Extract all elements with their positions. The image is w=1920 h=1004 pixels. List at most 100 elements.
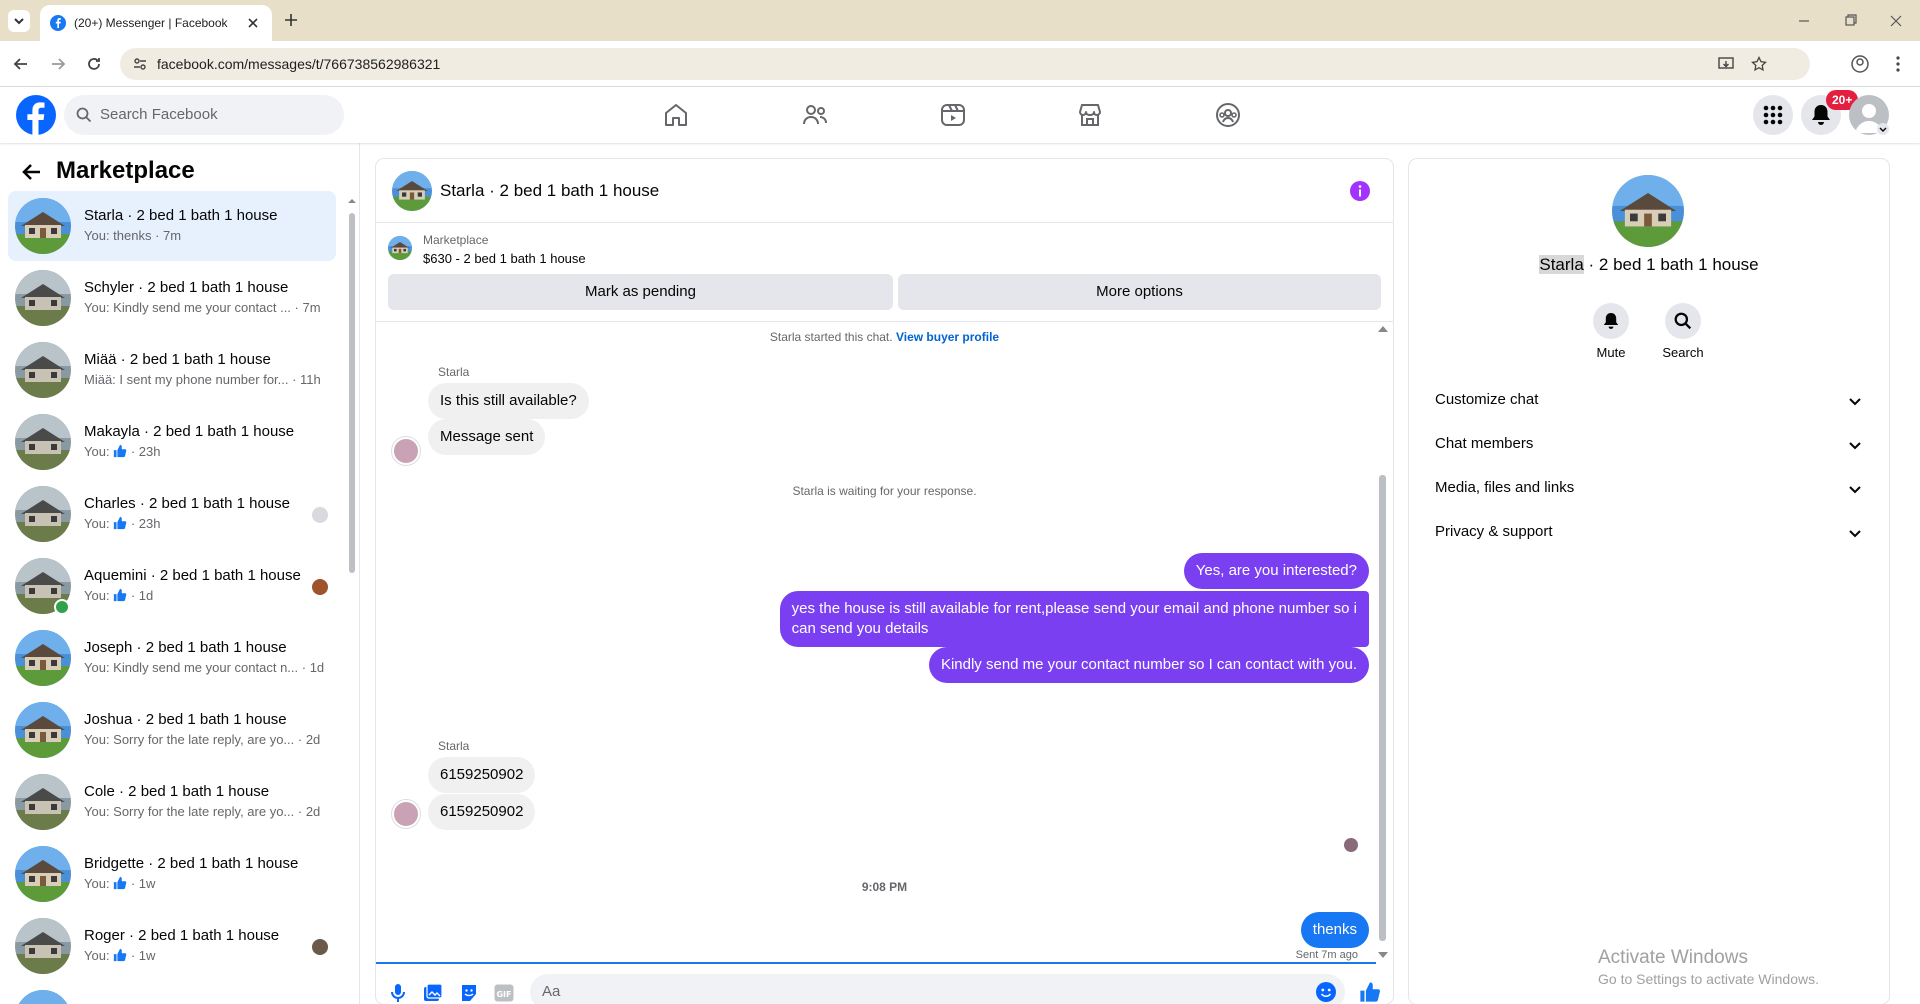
outgoing-message[interactable]: Kindly send me your contact number so I …	[928, 647, 1369, 683]
menu-button[interactable]	[1753, 95, 1793, 135]
listing-thumbnail	[15, 918, 71, 974]
browser-address-bar: facebook.com/messages/t/766738562986321	[0, 41, 1920, 87]
chat-header-avatar[interactable]	[392, 171, 432, 211]
list-item[interactable]: Joshua · 2 bed 1 bath 1 house You: Sorry…	[8, 695, 336, 765]
list-item[interactable]: Aquemini · 2 bed 1 bath 1 house You: · 1…	[8, 551, 336, 621]
conversation-preview: Miää: I sent my phone number for... · 11…	[84, 372, 321, 387]
chat-header-title[interactable]: Starla · 2 bed 1 bath 1 house	[440, 181, 659, 201]
scrollbar-thumb[interactable]	[349, 213, 355, 573]
list-item[interactable]: Cole · 2 bed 1 bath 1 house You: Sorry f…	[8, 767, 336, 837]
reload-icon[interactable]	[85, 55, 103, 73]
profile-icon[interactable]	[1851, 55, 1869, 73]
browser-menu-icon[interactable]	[1889, 55, 1907, 73]
list-item[interactable]: Makayla · 2 bed 1 bath 1 house You: · 23…	[8, 407, 336, 477]
list-item[interactable]: Bridgette · 2 bed 1 bath 1 house You: · …	[8, 839, 336, 909]
gif-icon[interactable]: GIF	[494, 984, 514, 1002]
bell-icon	[1603, 313, 1619, 329]
list-item[interactable]: Schyler · 2 bed 1 bath 1 house You: Kind…	[8, 263, 336, 333]
search-icon	[1674, 312, 1692, 330]
row-label: Privacy & support	[1435, 523, 1553, 540]
close-window-icon[interactable]	[1889, 14, 1903, 28]
microphone-icon[interactable]	[388, 983, 408, 1003]
search-in-conversation-button[interactable]	[1665, 303, 1701, 339]
close-tab-icon[interactable]	[246, 16, 260, 30]
listing-thumbnail	[15, 702, 71, 758]
scroll-up-arrow-icon[interactable]	[348, 197, 356, 205]
page-scrollbar[interactable]	[1905, 87, 1920, 1004]
mute-button[interactable]	[1593, 303, 1629, 339]
sender-name: Starla	[438, 739, 470, 753]
video-icon[interactable]	[940, 102, 966, 128]
house-image-icon	[15, 702, 71, 758]
conversation-title: Bridgette · 2 bed 1 bath 1 house	[84, 855, 299, 872]
facebook-logo-icon[interactable]	[16, 95, 56, 135]
listing-thumbnail	[15, 342, 71, 398]
list-item[interactable]: Miää · 2 bed 1 bath 1 house Miää: I sent…	[8, 335, 336, 405]
customize-chat-row[interactable]: Customize chat	[1425, 379, 1873, 423]
preview-prefix: You:	[84, 948, 110, 963]
friends-icon[interactable]	[802, 102, 828, 128]
incoming-message[interactable]: Message sent	[428, 419, 546, 455]
chat-members-row[interactable]: Chat members	[1425, 423, 1873, 467]
privacy-support-row[interactable]: Privacy & support	[1425, 511, 1873, 555]
house-image-icon	[15, 630, 71, 686]
incoming-message[interactable]: 6159250902	[428, 757, 536, 793]
row-label: Media, files and links	[1435, 479, 1575, 496]
search-facebook-box[interactable]: Search Facebook	[64, 95, 344, 135]
list-item[interactable]: Joseph · 2 bed 1 bath 1 house You: Kindl…	[8, 623, 336, 693]
row-label: Customize chat	[1435, 391, 1539, 408]
conversation-preview: You: · 23h	[84, 444, 160, 459]
details-avatar[interactable]	[1612, 175, 1684, 247]
scroll-down-arrow-icon[interactable]	[1378, 951, 1388, 959]
restore-icon[interactable]	[1843, 14, 1857, 28]
back-arrow-icon[interactable]	[20, 160, 44, 184]
photo-icon[interactable]	[423, 983, 443, 1003]
message-composer-input[interactable]: Aa	[530, 974, 1345, 1004]
conversation-info-icon[interactable]	[1350, 181, 1370, 201]
sender-avatar	[392, 437, 420, 465]
emoji-icon[interactable]	[1316, 982, 1336, 1002]
more-options-button[interactable]: More options	[898, 274, 1381, 310]
incoming-message[interactable]: Is this still available?	[428, 383, 589, 419]
new-tab-icon[interactable]	[283, 12, 299, 28]
conversation-list-scrollbar[interactable]	[348, 197, 356, 999]
bookmark-star-icon[interactable]	[1751, 56, 1767, 72]
back-arrow-icon[interactable]	[12, 55, 30, 73]
tab-search-button[interactable]	[8, 10, 30, 32]
seen-avatar	[312, 939, 328, 955]
minimize-icon[interactable]	[1797, 14, 1811, 28]
time-divider: 9:08 PM	[861, 880, 908, 894]
like-send-icon[interactable]	[1359, 981, 1381, 1003]
list-item[interactable]: Roger · 2 bed 1 bath 1 house You: · 1w	[8, 911, 336, 981]
scroll-up-arrow-icon[interactable]	[1378, 325, 1388, 333]
listing-banner[interactable]: Marketplace $630 - 2 bed 1 bath 1 house	[376, 224, 1393, 274]
preview-time: · 23h	[130, 516, 161, 531]
outgoing-message[interactable]: thenks	[1300, 912, 1369, 948]
incoming-message[interactable]: 6159250902	[428, 794, 536, 830]
url-box[interactable]: facebook.com/messages/t/766738562986321	[120, 48, 1810, 80]
conversation-title: Joshua · 2 bed 1 bath 1 house	[84, 711, 287, 728]
chat-scrollbar-thumb[interactable]	[1379, 475, 1386, 941]
groups-icon[interactable]	[1215, 102, 1241, 128]
account-chevron-icon[interactable]	[1877, 123, 1889, 135]
media-files-links-row[interactable]: Media, files and links	[1425, 467, 1873, 511]
list-item[interactable]: Starla · 2 bed 1 bath 1 house You: thenk…	[8, 191, 336, 261]
sticker-icon[interactable]	[459, 983, 479, 1003]
forward-arrow-icon[interactable]	[49, 55, 67, 73]
mark-as-pending-button[interactable]: Mark as pending	[388, 274, 893, 310]
list-item[interactable]: Charles · 2 bed 1 bath 1 house You: · 23…	[8, 479, 336, 549]
outgoing-message[interactable]: Yes, are you interested?	[1183, 553, 1369, 589]
list-item-partial[interactable]	[8, 983, 336, 1004]
marketplace-icon[interactable]	[1077, 102, 1103, 128]
install-app-icon[interactable]	[1718, 56, 1734, 72]
browser-tab[interactable]: (20+) Messenger | Facebook	[40, 5, 272, 41]
home-icon[interactable]	[663, 102, 689, 128]
site-settings-icon[interactable]	[132, 56, 148, 72]
view-buyer-profile-link[interactable]: View buyer profile	[896, 330, 999, 344]
listing-thumbnail	[15, 486, 71, 542]
search-icon	[76, 107, 92, 123]
outgoing-message[interactable]: yes the house is still available for ren…	[779, 591, 1369, 647]
search-input[interactable]: Search Facebook	[100, 106, 218, 123]
listing-thumbnail	[15, 846, 71, 902]
conversation-preview: You: Sorry for the late reply, are yo...…	[84, 732, 321, 747]
